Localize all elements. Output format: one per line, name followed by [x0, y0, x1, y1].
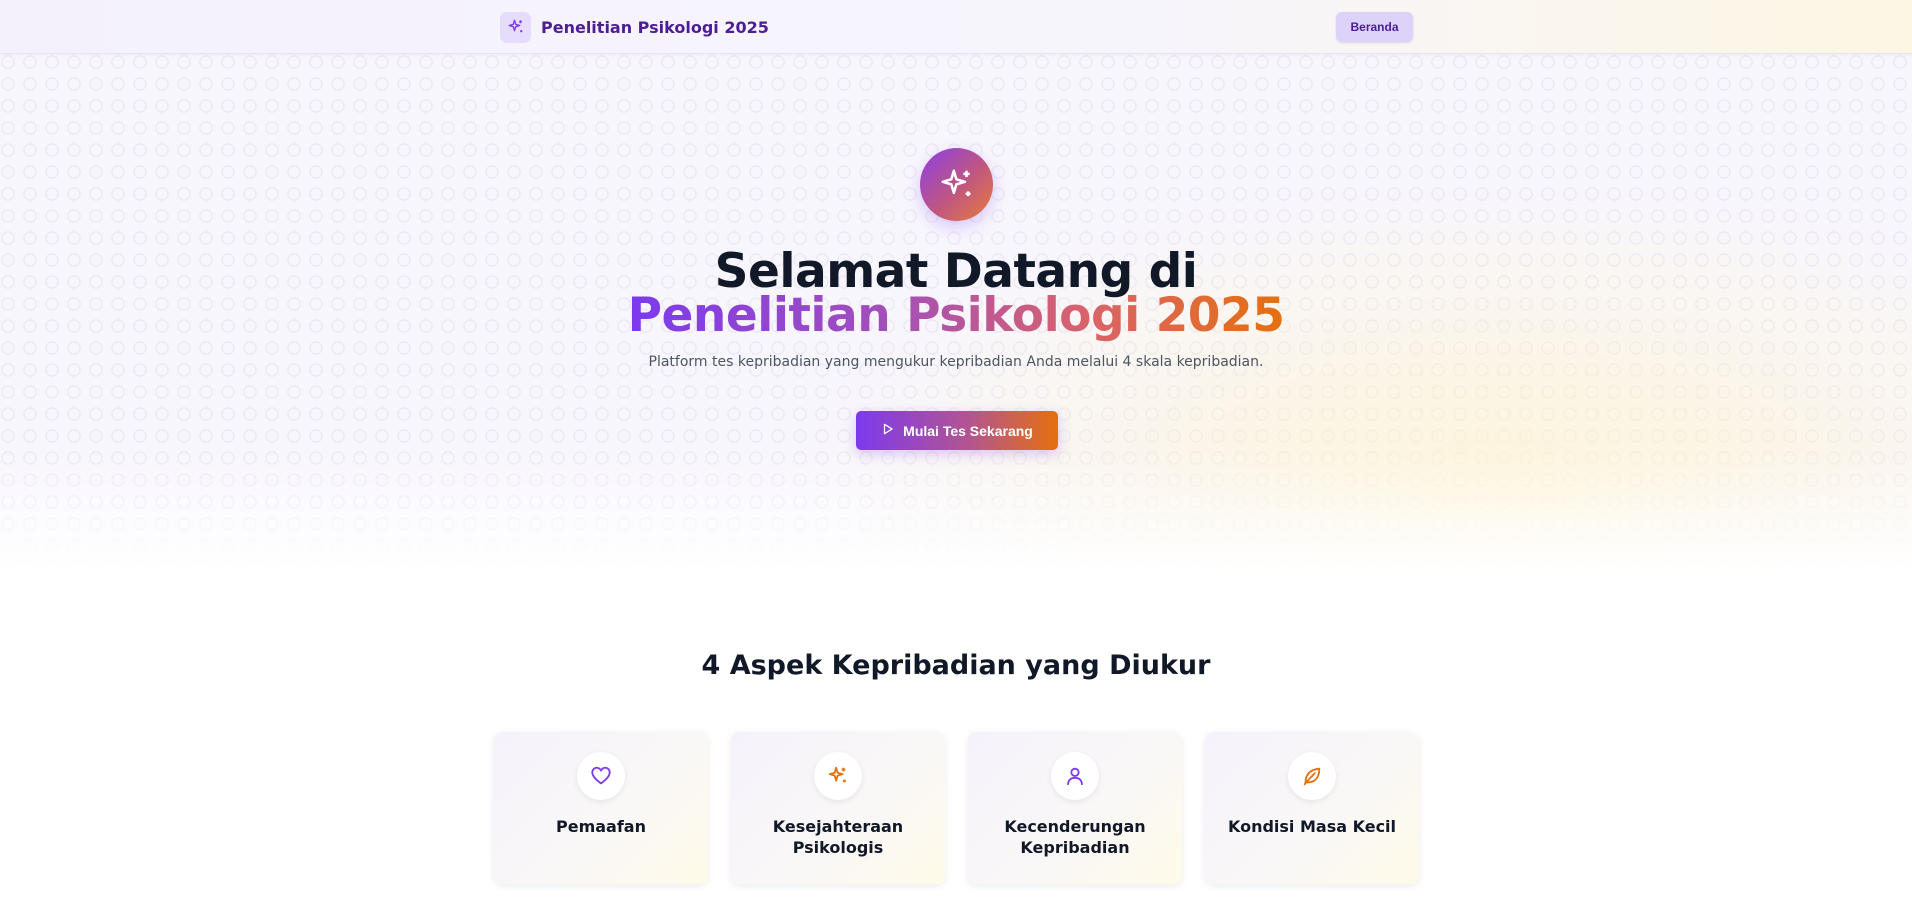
aspect-card-label: Kecenderungan Kepribadian — [1004, 817, 1146, 857]
sparkles-icon — [920, 148, 993, 221]
home-nav-button[interactable]: Beranda — [1336, 12, 1413, 42]
aspect-card-label: Pemaafan — [556, 817, 646, 836]
aspect-card-label: Kondisi Masa Kecil — [1227, 817, 1397, 836]
aspect-card-label: Kesejahteraan Psikologis — [772, 817, 904, 857]
aspect-cards: Pemaafan Kesejahteraan Psikologis Kecend… — [494, 732, 1419, 884]
play-icon — [881, 422, 895, 439]
hero-title-line2: Penelitian Psikologi 2025 — [0, 288, 1912, 343]
user-icon — [1051, 752, 1099, 800]
top-navbar: Penelitian Psikologi 2025 Beranda — [0, 0, 1912, 54]
hero-subtitle: Platform tes kepribadian yang mengukur k… — [648, 354, 1264, 370]
aspect-card-kepribadian: Kecenderungan Kepribadian — [968, 732, 1182, 884]
leaf-icon — [1288, 752, 1336, 800]
start-test-button[interactable]: Mulai Tes Sekarang — [856, 411, 1058, 450]
aspects-title: 4 Aspek Kepribadian yang Diukur — [701, 650, 1211, 681]
sparkles-icon — [500, 11, 531, 43]
aspect-card-masa-kecil: Kondisi Masa Kecil — [1205, 732, 1419, 884]
hero-section: Selamat Datang di Penelitian Psikologi 2… — [0, 54, 1912, 570]
sparkles-icon — [814, 752, 862, 800]
start-test-label: Mulai Tes Sekarang — [903, 422, 1033, 439]
brand[interactable]: Penelitian Psikologi 2025 — [500, 11, 769, 43]
aspect-card-pemaafan: Pemaafan — [494, 732, 708, 884]
aspect-card-kesejahteraan: Kesejahteraan Psikologis — [731, 732, 945, 884]
brand-title: Penelitian Psikologi 2025 — [541, 17, 769, 37]
heart-icon — [577, 752, 625, 800]
hero-title-gradient-text: Penelitian Psikologi 2025 — [627, 288, 1285, 343]
